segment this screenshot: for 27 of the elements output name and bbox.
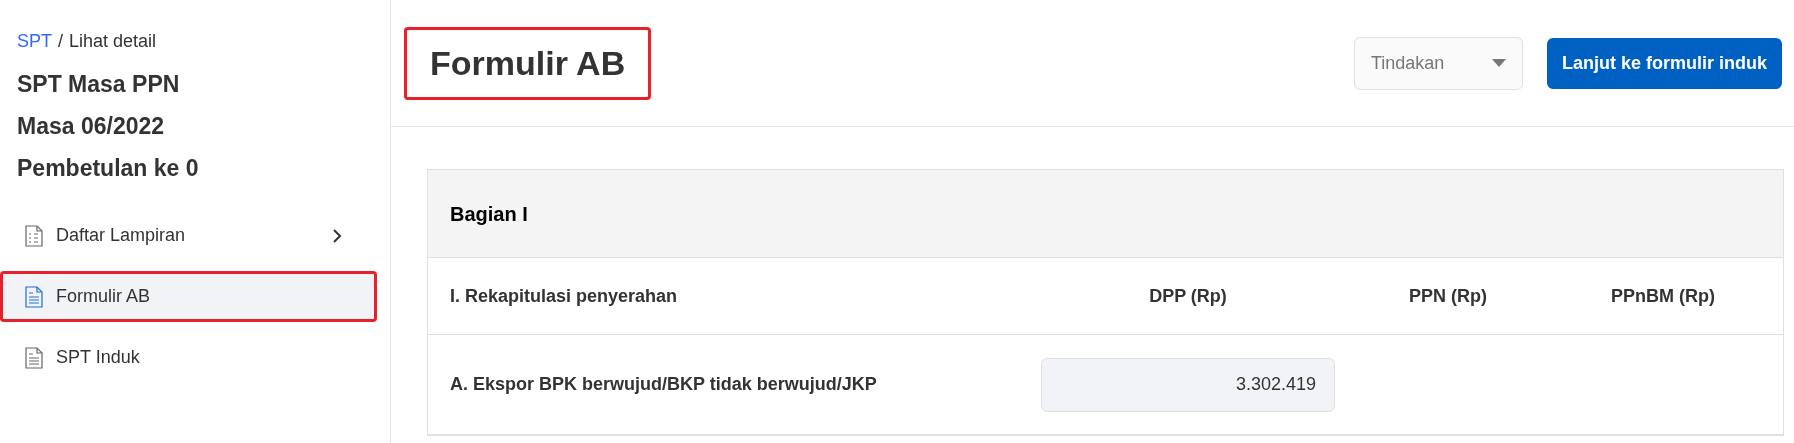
sidebar-title: SPT Masa PPN xyxy=(17,70,181,99)
sidebar-title: Pembetulan ke 0 xyxy=(17,154,200,183)
column-header: DPP (Rp) xyxy=(1149,284,1227,308)
column-header: I. Rekapitulasi penyerahan xyxy=(450,285,678,306)
list-document-icon xyxy=(25,224,43,247)
document-icon xyxy=(25,346,43,369)
breadcrumb-link[interactable]: SPT xyxy=(17,28,52,55)
column-header: PPN (Rp) xyxy=(1409,284,1487,308)
breadcrumb-separator: / xyxy=(58,30,64,53)
action-dropdown[interactable]: Tindakan xyxy=(1354,36,1523,90)
sidebar-item-label: Daftar Lampiran xyxy=(56,224,187,247)
sidebar-title: Masa 06/2022 xyxy=(17,112,166,141)
page-title: Formulir AB xyxy=(430,42,626,84)
amount-field[interactable]: 3.302.419 xyxy=(1041,357,1335,412)
primary-button[interactable]: Lanjut ke formulir induk xyxy=(1547,37,1782,89)
sidebar-item[interactable]: Daftar Lampiran xyxy=(3,213,374,258)
sidebar-item-label: SPT Induk xyxy=(56,346,141,369)
column-header: PPnBM (Rp) xyxy=(1611,284,1715,308)
sidebar-item[interactable]: SPT Induk xyxy=(3,335,374,380)
sidebar-item-label: Formulir AB xyxy=(56,285,152,308)
section-title: Bagian I xyxy=(450,201,528,227)
sidebar-item[interactable]: Formulir AB xyxy=(3,274,374,319)
breadcrumb-current: Lihat detail xyxy=(69,30,157,53)
document-icon xyxy=(25,285,43,308)
caret-down-icon xyxy=(1492,59,1506,67)
row-label: A. Ekspor BPK berwujud/BKP tidak berwujud/JKP xyxy=(450,374,877,394)
chevron-right-icon xyxy=(332,227,342,244)
